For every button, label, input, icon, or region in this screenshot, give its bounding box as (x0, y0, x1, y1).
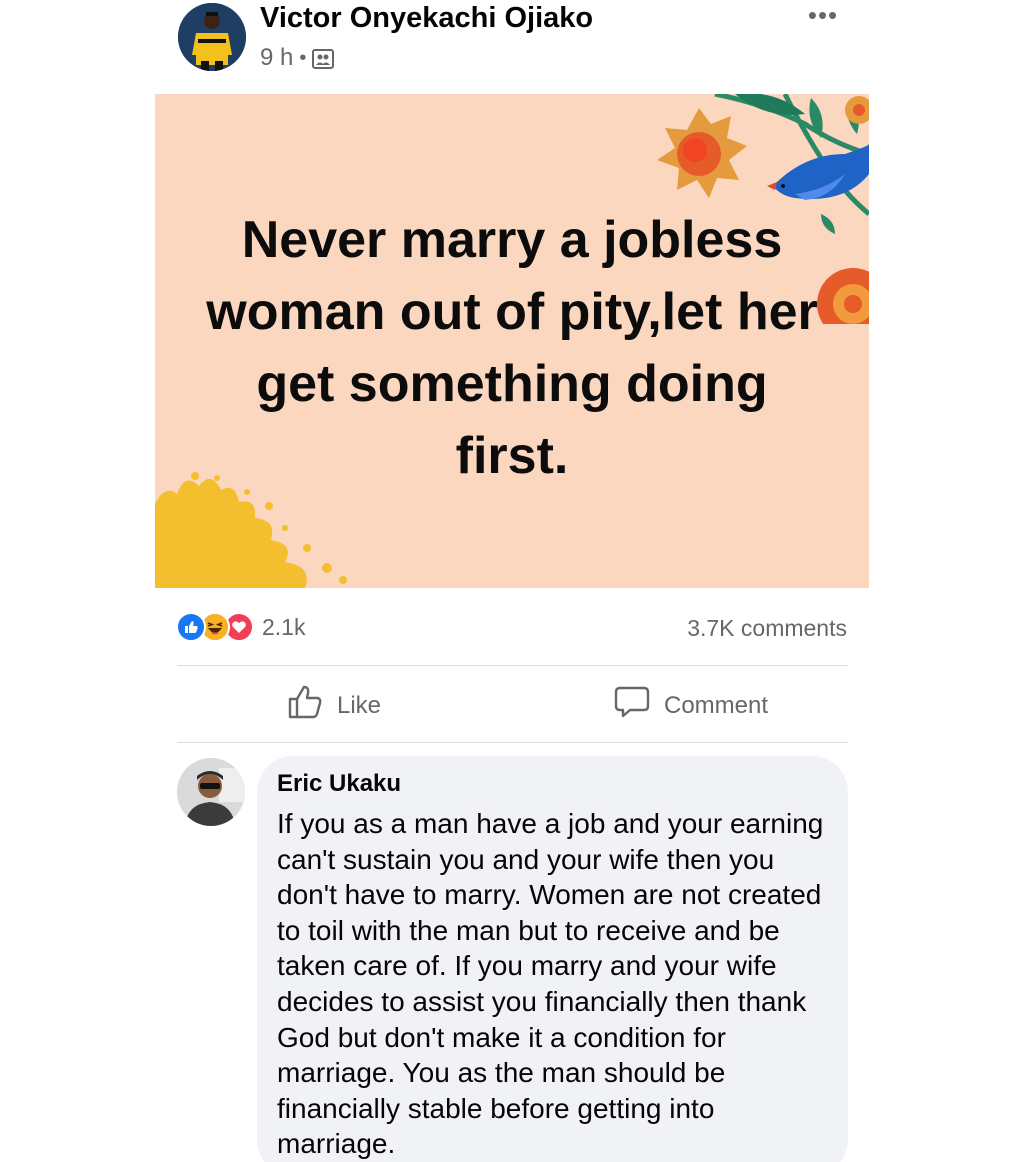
comment-icon (614, 684, 650, 727)
author-avatar[interactable] (178, 3, 246, 71)
group-icon (312, 48, 335, 69)
commenter-avatar[interactable] (177, 758, 245, 826)
more-options-icon[interactable]: ••• (805, 0, 841, 30)
reactions-count[interactable]: 2.1k (262, 614, 305, 641)
like-button[interactable]: Like (287, 684, 381, 727)
comments-count[interactable]: 3.7K comments (687, 615, 847, 642)
meta-separator: • (299, 46, 307, 69)
like-icon (287, 684, 323, 727)
facebook-post-page: Victor Onyekachi Ojiako 9 h • ••• Never … (0, 0, 1024, 1162)
reactions-summary[interactable]: 2.1k (176, 612, 305, 642)
post-time[interactable]: 9 h (260, 44, 293, 72)
post-image-text: Never marry a jobless woman out of pity,… (206, 211, 818, 485)
post-author-name[interactable]: Victor Onyekachi Ojiako (260, 2, 593, 35)
comment-text: If you as a man have a job and your earn… (277, 808, 824, 1160)
like-label: Like (337, 691, 382, 719)
post-meta: 9 h • (260, 44, 335, 72)
stats-divider (177, 665, 848, 666)
comment-label: Comment (664, 691, 769, 719)
commenter-name[interactable]: Eric Ukaku (277, 770, 401, 798)
like-reaction-icon (176, 612, 206, 642)
comment-button[interactable]: Comment (614, 684, 768, 727)
post-image[interactable]: Never marry a jobless woman out of pity,… (155, 94, 869, 588)
actions-divider (177, 742, 848, 743)
